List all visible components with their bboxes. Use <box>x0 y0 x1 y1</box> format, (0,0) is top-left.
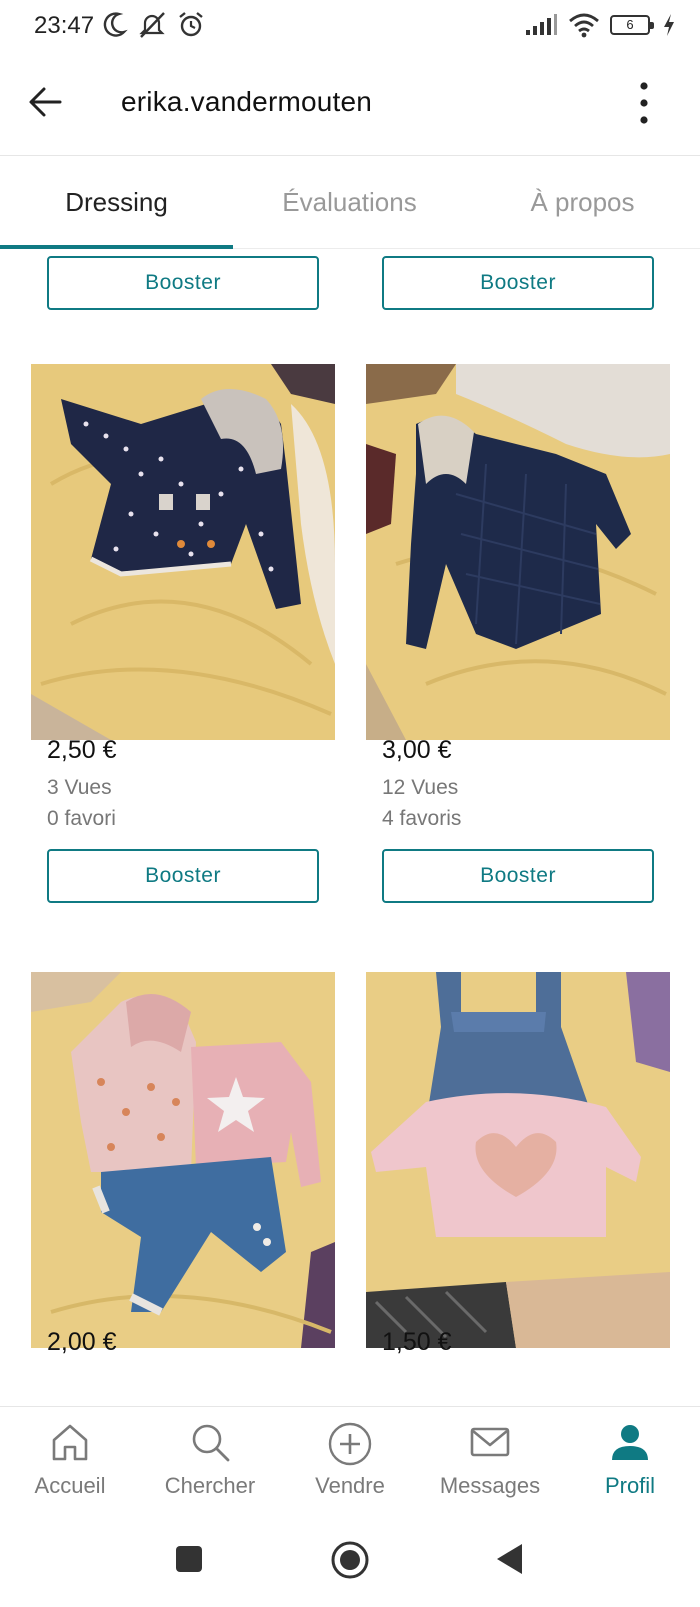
listing-favorites: 0 favori <box>47 807 116 830</box>
muted-bell-icon <box>139 12 165 38</box>
listing-photo[interactable] <box>31 972 335 1348</box>
nav-label: Messages <box>439 1473 541 1498</box>
wifi-icon <box>569 13 599 38</box>
tab-about[interactable]: À propos <box>466 187 699 218</box>
nav-home[interactable]: Accueil <box>0 1421 140 1499</box>
listings-grid: Booster Booster 2,50 € 3 Vues 0 favori B… <box>0 250 700 1406</box>
nav-search[interactable]: Chercher <box>140 1421 280 1499</box>
profile-header: erika.vandermouten <box>0 52 700 156</box>
listing-image <box>366 364 670 740</box>
boost-button[interactable]: Booster <box>382 849 654 903</box>
listing-price: 3,00 € <box>382 736 452 764</box>
listing-price: 1,50 € <box>382 1328 452 1356</box>
nav-label: Accueil <box>34 1473 106 1498</box>
listing-image <box>31 364 335 740</box>
back-button[interactable] <box>26 82 66 122</box>
listing-photo[interactable] <box>366 972 670 1348</box>
listing-price: 2,00 € <box>47 1328 117 1356</box>
more-options-button[interactable] <box>634 80 654 126</box>
arrow-left-icon <box>29 87 62 117</box>
nav-messages[interactable]: Messages <box>420 1421 560 1499</box>
back-triangle-icon[interactable] <box>494 1542 524 1576</box>
alarm-icon <box>179 12 203 37</box>
tab-dressing[interactable]: Dressing <box>0 187 233 218</box>
nav-label: Chercher <box>164 1473 256 1498</box>
nav-profile[interactable]: Profil <box>560 1421 700 1499</box>
bottom-navigation: Accueil Chercher Vendre Messages Profil <box>0 1406 700 1524</box>
user-icon <box>612 1425 648 1460</box>
status-time: 23:47 <box>34 12 95 39</box>
profile-tabs: Dressing Évaluations À propos <box>0 157 700 249</box>
home-icon <box>52 1424 88 1461</box>
charging-icon <box>664 14 674 36</box>
nav-label: Profil <box>604 1473 656 1498</box>
listing-price: 2,50 € <box>47 736 117 764</box>
plus-circle-icon <box>328 1422 372 1466</box>
listing-image <box>31 972 335 1348</box>
moon-icon <box>103 12 128 37</box>
listing-favorites: 4 favoris <box>382 807 462 830</box>
nav-sell[interactable]: Vendre <box>280 1421 420 1499</box>
active-tab-indicator <box>0 245 233 249</box>
boost-button[interactable]: Booster <box>382 256 654 310</box>
battery-level: 6 <box>626 17 634 32</box>
home-circle-icon[interactable] <box>330 1540 370 1580</box>
tab-evaluations[interactable]: Évaluations <box>233 187 466 218</box>
search-icon <box>192 1424 230 1462</box>
nav-label: Vendre <box>315 1473 385 1498</box>
boost-button[interactable]: Booster <box>47 256 319 310</box>
listing-image <box>366 972 670 1348</box>
listing-photo[interactable] <box>31 364 335 740</box>
envelope-icon <box>470 1427 510 1457</box>
more-vertical-icon <box>640 82 648 124</box>
signal-icon <box>526 14 557 35</box>
system-navigation-bar <box>0 1524 700 1607</box>
battery-icon: 6 <box>610 15 654 35</box>
listing-photo[interactable] <box>366 364 670 740</box>
status-bar: 23:47 6 <box>0 0 700 52</box>
listing-views: 12 Vues <box>382 776 459 799</box>
recents-square-icon[interactable] <box>174 1544 204 1574</box>
page-title: erika.vandermouten <box>121 86 373 117</box>
boost-button[interactable]: Booster <box>47 849 319 903</box>
listing-views: 3 Vues <box>47 776 112 799</box>
